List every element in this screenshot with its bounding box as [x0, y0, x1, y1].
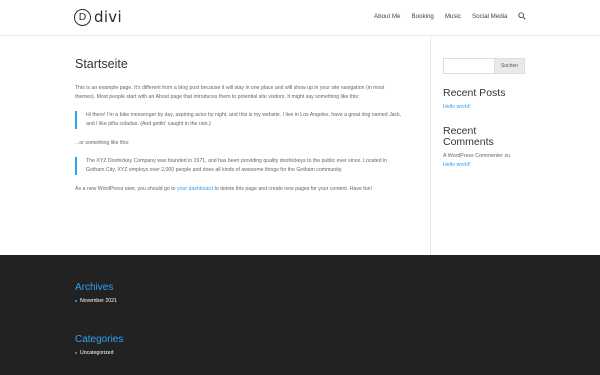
nav-item-booking[interactable]: Booking	[411, 13, 433, 20]
intro-paragraph: This is an example page. It's different …	[75, 85, 385, 100]
logo-text: divi	[94, 8, 122, 26]
site-logo[interactable]: D divi	[74, 8, 122, 26]
recent-posts-list: Hello world!	[443, 103, 525, 112]
search-icon[interactable]	[518, 12, 526, 20]
recent-posts-title: Recent Posts	[443, 87, 506, 99]
nav-item-music[interactable]: Music	[445, 13, 461, 20]
page-content: Startseite This is an example page. It's…	[75, 57, 405, 203]
recent-comments-title: Recent Comments	[443, 125, 494, 148]
or-paragraph: ...or something like this:	[75, 140, 130, 146]
comment-on-label: zu	[504, 153, 511, 159]
quote-1-text: Hi there! I'm a bike messenger by day, a…	[86, 112, 402, 127]
main-nav: About Me Booking Music Social Media	[374, 13, 507, 20]
recent-comments-list: A WordPress Commenter zu Hello world!	[443, 152, 525, 170]
recent-comment-item: A WordPress Commenter zu	[443, 152, 525, 161]
outro-text-before: As a new WordPress user, you should go t…	[75, 186, 177, 192]
blockquote-2: The XYZ Doohickey Company was founded in…	[75, 157, 405, 175]
outro-text-after: to delete this page and create new pages…	[213, 186, 372, 192]
outro-paragraph: As a new WordPress user, you should go t…	[75, 185, 405, 194]
page-title: Startseite	[75, 57, 128, 71]
bullet-icon	[75, 352, 77, 354]
categories-item-label: Uncategorized	[80, 350, 114, 356]
site-footer: Archives November 2021 Categories Uncate…	[0, 255, 600, 375]
logo-mark: D	[74, 8, 91, 26]
nav-item-about-me[interactable]: About Me	[374, 13, 400, 20]
sidebar: Suchen Recent Posts Hello world! Recent …	[443, 58, 525, 170]
quote-2-text: The XYZ Doohickey Company was founded in…	[86, 158, 388, 173]
nav-item-social-media[interactable]: Social Media	[472, 13, 507, 20]
sidebar-search-input[interactable]	[443, 58, 495, 74]
comment-post-link[interactable]: Hello world!	[443, 161, 525, 170]
archives-item-label: November 2021	[80, 298, 117, 304]
categories-item[interactable]: Uncategorized	[75, 350, 113, 356]
comment-author: A WordPress Commenter	[443, 153, 503, 159]
sidebar-search: Suchen	[443, 58, 525, 74]
bullet-icon	[75, 300, 77, 302]
archives-title: Archives	[75, 282, 114, 293]
recent-post-link[interactable]: Hello world!	[443, 103, 525, 112]
categories-title: Categories	[75, 334, 124, 345]
blockquote-1: Hi there! I'm a bike messenger by day, a…	[75, 111, 405, 129]
dashboard-link[interactable]: your dashboard	[177, 186, 213, 192]
archives-item[interactable]: November 2021	[75, 298, 117, 304]
sidebar-search-button[interactable]: Suchen	[495, 58, 525, 74]
site-header: D divi About Me Booking Music Social Med…	[0, 0, 600, 35]
